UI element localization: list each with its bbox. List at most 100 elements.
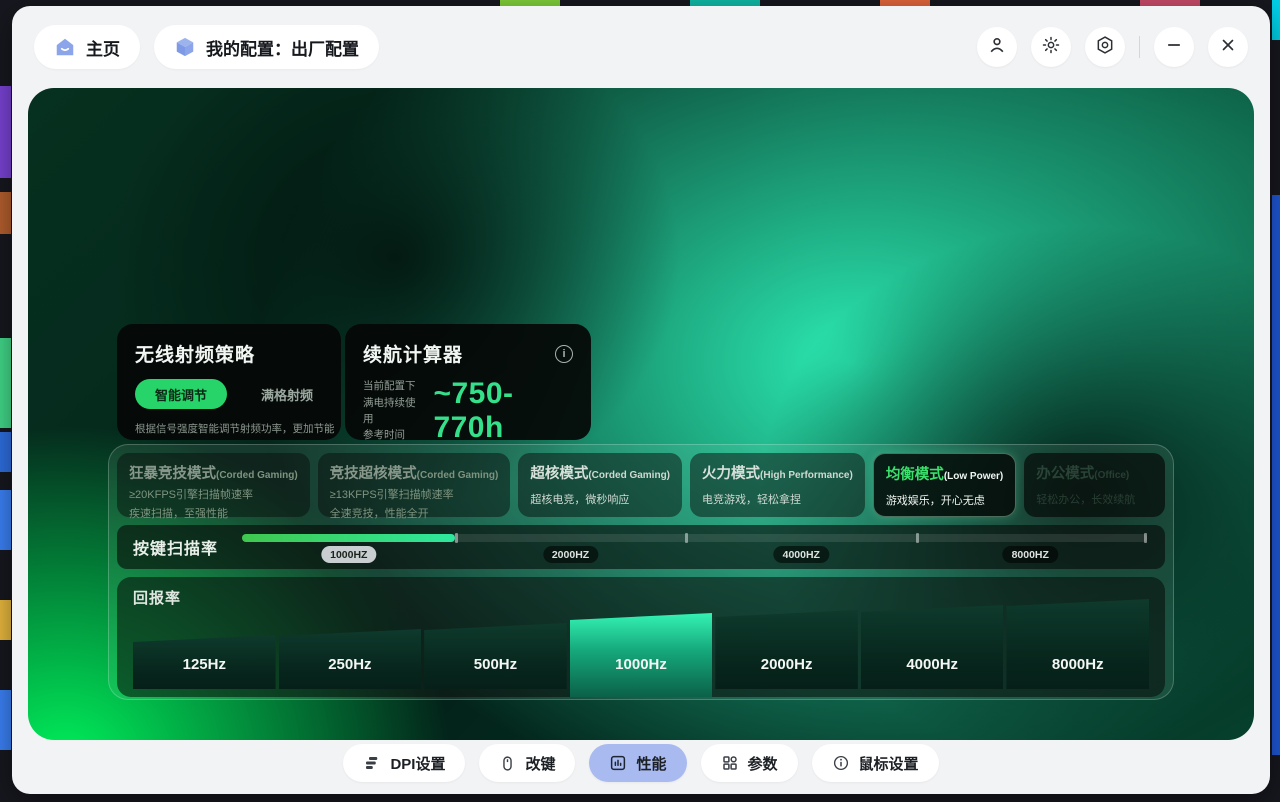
mouse-icon: [499, 755, 516, 772]
nav-info-button[interactable]: 鼠标设置: [812, 744, 939, 782]
rf-strategy-card: 无线射频策略 智能调节 满格射频 根据信号强度智能调节射频功率，更加节能: [117, 324, 341, 440]
scan-rate-option-8000hz[interactable]: 8000HZ: [1003, 546, 1058, 563]
rf-option-smart[interactable]: 智能调节: [135, 379, 227, 409]
window-controls: [977, 27, 1248, 67]
topbar-divider: [1139, 36, 1140, 58]
battery-note-line: 当前配置下: [363, 378, 421, 394]
mode-description-line: 全速竞技，性能全开: [330, 505, 499, 521]
nav-label: 参数: [748, 753, 778, 774]
home-icon: [54, 36, 76, 58]
home-label: 主页: [86, 35, 120, 60]
polling-rate-value: 125Hz: [133, 656, 276, 673]
battery-calculator-card: 续航计算器 i 当前配置下满电持续使用参考时间 ~750-770h: [345, 324, 591, 440]
user-icon: [987, 35, 1007, 60]
nav-label: 改键: [525, 753, 555, 774]
polling-rate-options: 125Hz250Hz500Hz1000Hz2000Hz4000Hz8000Hz: [133, 597, 1149, 689]
config-cube-icon: [174, 36, 196, 58]
grid-icon: [721, 754, 739, 772]
mode-tab-office[interactable]: 办公模式(Office) 轻松办公，长效续航: [1024, 453, 1165, 517]
dpi-list-icon: [363, 754, 381, 772]
mode-description-line: 超核电竞，微秒响应: [530, 491, 670, 507]
mode-tab-corded-gaming[interactable]: 狂暴竞技模式(Corded Gaming)≥20KFPS引擎扫描帧速率疾速扫描，…: [117, 453, 310, 517]
mode-tab-high-performance[interactable]: 火力模式(High Performance)电竞游戏，轻松拿捏: [690, 453, 865, 517]
battery-notes: 当前配置下满电持续使用参考时间: [363, 378, 421, 443]
battery-title: 续航计算器: [363, 340, 463, 367]
polling-rate-option-125hz[interactable]: 125Hz: [133, 635, 276, 689]
config-button[interactable]: 我的配置：出厂配置: [154, 25, 379, 69]
user-button[interactable]: [977, 27, 1017, 67]
scan-rate-fill: [242, 534, 455, 542]
mode-name: 办公模式: [1036, 466, 1094, 482]
mode-description-line: 轻松办公，长效续航: [1036, 491, 1153, 507]
polling-rate-option-1000hz[interactable]: 1000Hz: [570, 613, 713, 697]
scan-rate-option-4000hz[interactable]: 4000HZ: [774, 546, 829, 563]
nav-mouse-button[interactable]: 改键: [479, 744, 575, 782]
mode-tab-corded-gaming[interactable]: 竞技超核模式(Corded Gaming)≥13KFPS引擎扫描帧速率全速竞技，…: [318, 453, 511, 517]
mode-name: 竞技超核模式: [330, 466, 417, 482]
nav-label: 性能: [636, 753, 666, 774]
config-label: 我的配置：出厂配置: [206, 35, 359, 60]
rf-description: 根据信号强度智能调节射频功率，更加节能: [135, 421, 323, 436]
home-button[interactable]: 主页: [34, 25, 140, 69]
scan-tick: [916, 533, 919, 543]
rf-toggle: 智能调节 满格射频: [135, 379, 323, 409]
mode-name: 狂暴竞技模式: [129, 466, 216, 482]
mode-tag: (Office): [1094, 470, 1129, 481]
mode-description-line: 电竞游戏，轻松拿捏: [702, 491, 853, 507]
mode-tag: (High Performance): [760, 470, 853, 481]
scan-rate-label: 按键扫描率: [133, 535, 218, 559]
rf-option-full[interactable]: 满格射频: [261, 385, 313, 404]
close-button[interactable]: [1208, 27, 1248, 67]
minimize-icon: [1165, 36, 1183, 59]
nav-label: DPI设置: [390, 753, 445, 774]
settings-button[interactable]: [1085, 27, 1125, 67]
scan-rate-slider[interactable]: [242, 534, 1147, 542]
topbar: 主页 我的配置：出厂配置: [12, 6, 1270, 88]
polling-rate-value: 8000Hz: [1006, 656, 1149, 673]
mode-tag: (Corded Gaming): [417, 470, 499, 481]
scan-rate-option-1000hz[interactable]: 1000HZ: [321, 546, 376, 563]
polling-rate-value: 1000Hz: [570, 656, 713, 673]
polling-rate-option-8000hz[interactable]: 8000Hz: [1006, 599, 1149, 689]
nav-dpi-list-button[interactable]: DPI设置: [343, 744, 465, 782]
close-icon: [1219, 36, 1237, 59]
polling-rate-option-500hz[interactable]: 500Hz: [424, 623, 567, 689]
polling-rate-option-4000hz[interactable]: 4000Hz: [861, 605, 1004, 689]
brightness-button[interactable]: [1031, 27, 1071, 67]
battery-value: ~750-770h: [433, 377, 573, 445]
mode-description-line: ≥13KFPS引擎扫描帧速率: [330, 486, 499, 502]
mode-description-line: 游戏娱乐，开心无虑: [886, 492, 1003, 508]
polling-rate-option-2000hz[interactable]: 2000Hz: [715, 610, 858, 689]
info-icon: [832, 754, 850, 772]
polling-rate-panel: 回报率 125Hz250Hz500Hz1000Hz2000Hz4000Hz800…: [117, 577, 1165, 697]
nav-grid-button[interactable]: 参数: [701, 744, 798, 782]
scan-rate-option-2000hz[interactable]: 2000HZ: [543, 546, 598, 563]
scan-rate-row: 按键扫描率 1000HZ 2000HZ 4000HZ 8000HZ: [117, 525, 1165, 569]
polling-rate-option-250hz[interactable]: 250Hz: [279, 629, 422, 689]
bottom-nav: DPI设置 改键 性能 参数 鼠标设置: [12, 732, 1270, 794]
mode-tag: (Corded Gaming): [588, 470, 670, 481]
polling-rate-value: 250Hz: [279, 656, 422, 673]
mode-tab-selected[interactable]: 均衡模式(Low Power) 游戏娱乐，开心无虑: [873, 453, 1016, 517]
polling-rate-value: 2000Hz: [715, 656, 858, 673]
battery-info-icon[interactable]: i: [555, 345, 573, 363]
scan-tick: [685, 533, 688, 543]
polling-rate-value: 4000Hz: [861, 656, 1004, 673]
scan-tick: [1144, 533, 1147, 543]
minimize-button[interactable]: [1154, 27, 1194, 67]
battery-note-line: 满电持续使用: [363, 395, 421, 428]
nav-label: 鼠标设置: [859, 753, 919, 774]
rf-strategy-title: 无线射频策略: [135, 340, 323, 367]
mode-tabs: 狂暴竞技模式(Corded Gaming)≥20KFPS引擎扫描帧速率疾速扫描，…: [117, 453, 1165, 517]
performance-chart-icon: [609, 754, 627, 772]
polling-rate-value: 500Hz: [424, 656, 567, 673]
settings-icon: [1095, 35, 1115, 60]
mode-tab-corded-gaming[interactable]: 超核模式(Corded Gaming) 超核电竞，微秒响应: [518, 453, 682, 517]
mode-name: 超核模式: [530, 466, 588, 482]
app-window: 主页 我的配置：出厂配置 无线射频策略 智能调节 满格射频 根据信号强度智能调节…: [12, 6, 1270, 794]
nav-performance-chart-button[interactable]: 性能: [589, 744, 686, 782]
performance-panel: 狂暴竞技模式(Corded Gaming)≥20KFPS引擎扫描帧速率疾速扫描，…: [108, 444, 1174, 700]
mode-name: 均衡模式: [886, 467, 944, 483]
mode-tag: (Low Power): [944, 471, 1003, 482]
brightness-icon: [1041, 35, 1061, 60]
